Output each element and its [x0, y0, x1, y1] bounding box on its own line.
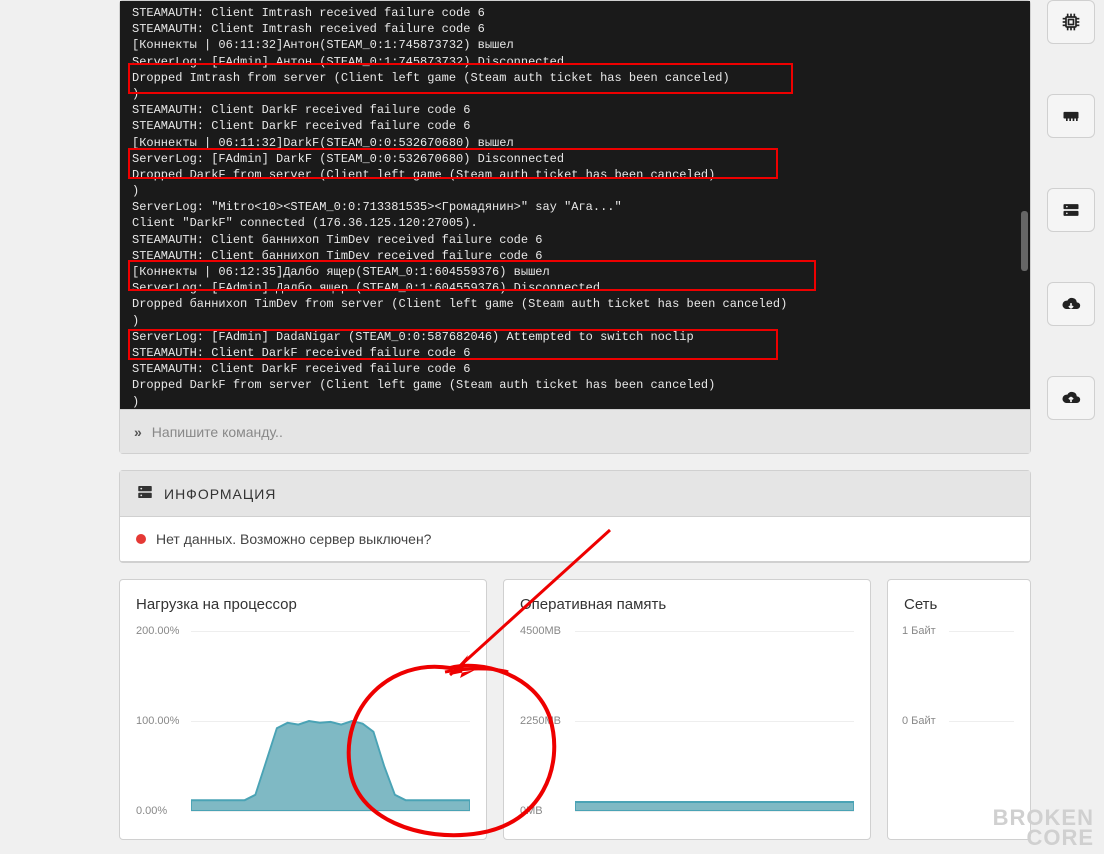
console-line: )	[132, 86, 1018, 102]
chart-ram-ytick: 2250MB	[520, 715, 561, 727]
console-line: STEAMAUTH: Client баннихоп TimDev receiv…	[132, 232, 1018, 248]
chart-ram-body: 4500MB 2250MB 0MB	[520, 631, 854, 811]
console-line: Dropped Imtrash from server (Client left…	[132, 70, 1018, 86]
console-line: )	[132, 394, 1018, 410]
info-body: Нет данных. Возможно сервер выключен?	[120, 517, 1030, 562]
console-line: Client "DarkF" connected (176.36.125.120…	[132, 215, 1018, 231]
console-line: ServerLog: [FAdmin] DarkF (STEAM_0:0:532…	[132, 151, 1018, 167]
server-icon	[136, 483, 154, 504]
console-line: STEAMAUTH: Client Imtrash received failu…	[132, 5, 1018, 21]
console-line: ServerLog: [FAdmin] Далбо ящер (STEAM_0:…	[132, 280, 1018, 296]
console-line: Dropped DarkF from server (Client left g…	[132, 377, 1018, 393]
rail-download-button[interactable]	[1047, 282, 1095, 326]
chart-cpu-ytick: 100.00%	[136, 715, 179, 727]
console-line: STEAMAUTH: Client Imtrash received failu…	[132, 21, 1018, 37]
console-line: )	[132, 313, 1018, 329]
status-dot-icon	[136, 534, 146, 544]
watermark: BROKEN CORE	[993, 808, 1094, 848]
console-line: )	[132, 183, 1018, 199]
chart-cpu-ytick: 200.00%	[136, 625, 179, 637]
console-scrollbar[interactable]	[1021, 211, 1028, 271]
rail-memory-button[interactable]	[1047, 94, 1095, 138]
console-line: Dropped баннихоп TimDev from server (Cli…	[132, 296, 1018, 312]
console-line: ServerLog: [FAdmin] DadaNigar (STEAM_0:0…	[132, 329, 1018, 345]
info-card: ИНФОРМАЦИЯ Нет данных. Возможно сервер в…	[119, 470, 1031, 563]
chart-ram-title: Оперативная память	[520, 596, 854, 613]
console-line: STEAMAUTH: Client DarkF received failure…	[132, 102, 1018, 118]
chart-net: Сеть 1 Байт 0 Байт	[887, 579, 1031, 840]
rail-disk-button[interactable]	[1047, 188, 1095, 232]
chart-cpu: Нагрузка на процессор 200.00% 100.00% 0.…	[119, 579, 487, 840]
console-line: STEAMAUTH: Client DarkF received failure…	[132, 118, 1018, 134]
command-input[interactable]	[152, 424, 1016, 440]
chart-cpu-body: 200.00% 100.00% 0.00%	[136, 631, 470, 811]
console-line: STEAMAUTH: Client DarkF received failure…	[132, 345, 1018, 361]
info-header: ИНФОРМАЦИЯ	[120, 471, 1030, 517]
console-card: STEAMAUTH: Client Imtrash received failu…	[119, 0, 1031, 454]
chart-cpu-ytick: 0.00%	[136, 805, 167, 817]
chart-net-ytick: 1 Байт	[902, 625, 936, 637]
charts-row: Нагрузка на процессор 200.00% 100.00% 0.…	[119, 579, 1031, 840]
chart-net-body: 1 Байт 0 Байт	[904, 631, 1014, 811]
console-line: [Коннекты | 06:11:32]DarkF(STEAM_0:0:532…	[132, 135, 1018, 151]
console-line: [Коннекты | 06:12:35]Далбо ящер(STEAM_0:…	[132, 264, 1018, 280]
chart-net-ytick: 0 Байт	[902, 715, 936, 727]
chart-ram: Оперативная память 4500MB 2250MB 0MB	[503, 579, 871, 840]
console-line: STEAMAUTH: Client DarkF received failure…	[132, 361, 1018, 377]
command-row: »	[120, 409, 1030, 453]
console-line: ServerLog: [FAdmin] Антон (STEAM_0:1:745…	[132, 54, 1018, 70]
console-line: [Коннекты | 06:11:32]Антон(STEAM_0:1:745…	[132, 37, 1018, 53]
rail-cpu-button[interactable]	[1047, 0, 1095, 44]
chart-ram-ytick: 0MB	[520, 805, 543, 817]
chevron-icon: »	[134, 424, 142, 440]
chart-cpu-title: Нагрузка на процессор	[136, 596, 470, 613]
info-status-text: Нет данных. Возможно сервер выключен?	[156, 531, 431, 547]
right-rail	[1047, 0, 1099, 470]
chart-ram-ytick: 4500MB	[520, 625, 561, 637]
info-title: ИНФОРМАЦИЯ	[164, 486, 276, 502]
console-line: ServerLog: "Mitro<10><STEAM_0:0:71338153…	[132, 199, 1018, 215]
console-line: Dropped DarkF from server (Client left g…	[132, 167, 1018, 183]
console-line: STEAMAUTH: Client баннихоп TimDev receiv…	[132, 248, 1018, 264]
console-output[interactable]: STEAMAUTH: Client Imtrash received failu…	[120, 1, 1030, 409]
rail-upload-button[interactable]	[1047, 376, 1095, 420]
chart-net-title: Сеть	[904, 596, 1014, 613]
